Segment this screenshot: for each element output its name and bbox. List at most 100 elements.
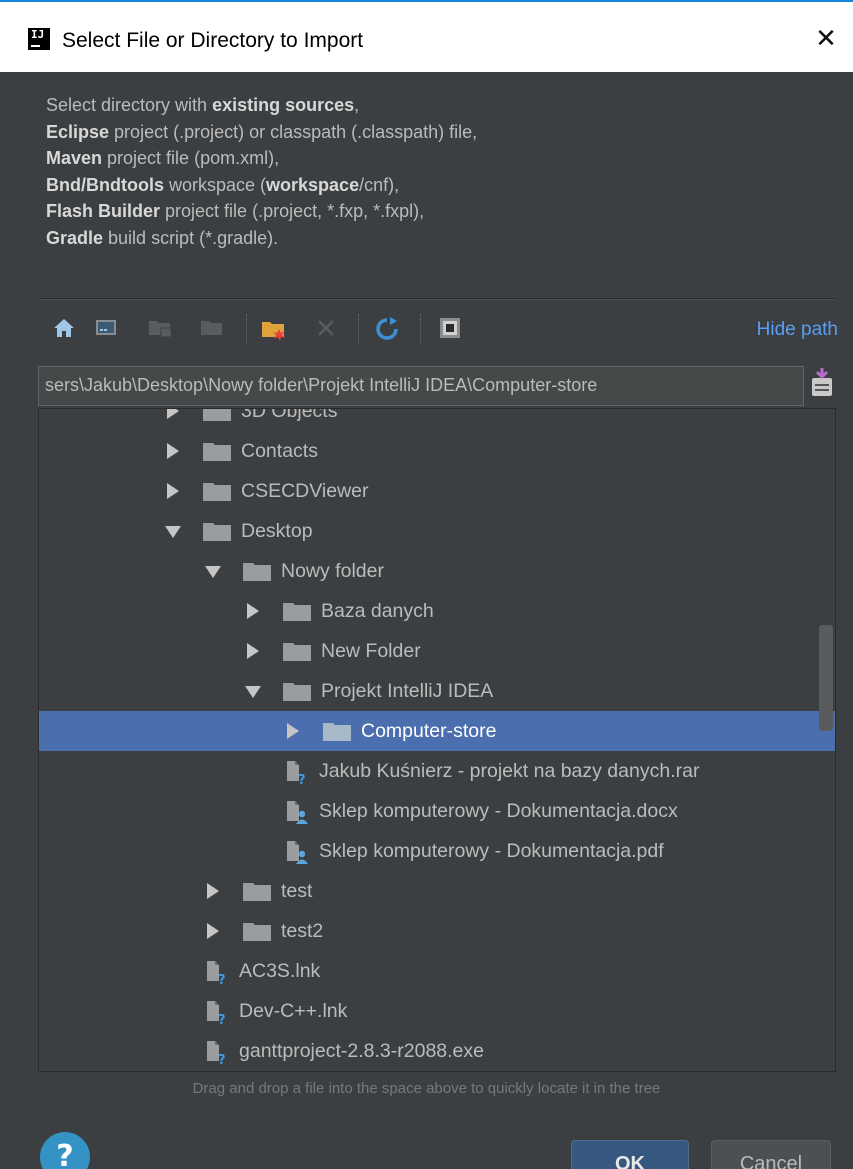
tree-file-row[interactable]: ? Jakub Kuśnierz - projekt na bazy danych… — [39, 751, 835, 791]
collapse-arrow-icon[interactable] — [205, 566, 221, 578]
description-keyword: existing sources — [212, 95, 355, 115]
tree-item-label: Projekt IntelliJ IDEA — [321, 680, 494, 702]
import-description: Select directory with existing sources, E… — [46, 92, 477, 251]
expand-arrow-icon[interactable] — [247, 643, 259, 659]
tree-item-label: test — [281, 880, 313, 902]
ok-button[interactable]: OK — [571, 1140, 689, 1169]
close-button[interactable]: ✕ — [811, 24, 841, 54]
dialog-title: Select File or Directory to Import — [62, 29, 364, 52]
description-keyword: Bnd/Bndtools — [46, 174, 164, 195]
description-keyword: workspace — [266, 174, 360, 195]
delete-icon[interactable] — [314, 316, 338, 340]
desktop-icon[interactable] — [94, 316, 118, 340]
description-keyword: Flash Builder — [46, 201, 161, 221]
tree-item-label: test2 — [281, 920, 324, 942]
tree-item-label: 3D Objects — [241, 408, 338, 422]
tree-folder-row[interactable]: 3D Objects — [39, 408, 835, 431]
description-line: Bnd/Bndtools workspace (workspace/cnf), — [46, 172, 477, 199]
folder-icon — [283, 603, 311, 621]
description-text: , — [354, 95, 360, 115]
tree-folder-row[interactable]: New Folder — [39, 631, 835, 671]
tree-file-row[interactable]: Sklep komputerowy - Dokumentacja.docx — [39, 791, 835, 831]
new-folder-icon[interactable] — [260, 316, 286, 341]
tree-folder-row[interactable]: test2 — [39, 911, 835, 951]
tree-folder-row[interactable]: Projekt IntelliJ IDEA — [39, 671, 835, 711]
home-icon[interactable] — [52, 316, 76, 340]
tree-folder-row[interactable]: Nowy folder — [39, 551, 835, 591]
folder-icon — [203, 523, 231, 541]
refresh-icon[interactable] — [374, 316, 398, 340]
toolbar-separator — [420, 314, 421, 344]
tree-item-label: Computer-store — [361, 720, 497, 742]
expand-arrow-icon[interactable] — [167, 443, 179, 459]
expand-arrow-icon[interactable] — [207, 883, 219, 899]
expand-arrow-icon[interactable] — [167, 483, 179, 499]
toolbar-separator — [358, 314, 359, 344]
tree-item-label: Dev-C++.lnk — [239, 1000, 348, 1022]
description-line: Maven project file (pom.xml), — [46, 145, 477, 172]
file-chooser-toolbar: Hide path — [40, 310, 840, 348]
folder-icon — [243, 923, 271, 941]
expand-arrow-icon[interactable] — [287, 723, 299, 739]
tree-file-row[interactable]: ? Dev-C++.lnk — [39, 991, 835, 1031]
unknown-file-icon: ? — [205, 959, 229, 988]
unknown-file-icon: ? — [205, 999, 229, 1028]
description-text: project file (pom.xml), — [102, 148, 280, 168]
folder-icon — [283, 643, 311, 661]
tree-item-label: Desktop — [241, 520, 313, 542]
tree-folder-row[interactable]: test — [39, 871, 835, 911]
tree-file-row[interactable]: Sklep komputerowy - Dokumentacja.pdf — [39, 831, 835, 871]
svg-text:?: ? — [218, 1013, 226, 1025]
tree-folder-row[interactable]: Computer-store — [39, 711, 835, 751]
file-tree[interactable]: 3D Objects Contacts CSECDViewer Desktop Nowy… — [38, 408, 836, 1072]
tree-item-label: Sklep komputerowy - Dokumentacja.docx — [319, 800, 678, 822]
help-button[interactable]: ? — [40, 1132, 90, 1169]
cancel-button[interactable]: Cancel — [711, 1140, 831, 1169]
path-input-box[interactable] — [38, 366, 804, 406]
description-text: project (.project) or classpath (.classp… — [109, 121, 478, 142]
folder-icon — [203, 409, 231, 421]
user-file-icon — [285, 799, 309, 825]
expand-arrow-icon[interactable] — [207, 923, 219, 939]
expand-arrow-icon[interactable] — [167, 409, 179, 419]
tree-item-label: Nowy folder — [281, 560, 384, 582]
tree-folder-row[interactable]: Desktop — [39, 511, 835, 551]
module-folder-icon[interactable] — [200, 316, 224, 340]
collapse-arrow-icon[interactable] — [245, 686, 261, 698]
tree-item-label: CSECDViewer — [241, 480, 369, 502]
tree-item-label: New Folder — [321, 640, 421, 662]
description-keyword: Maven — [46, 148, 103, 168]
path-input[interactable] — [45, 375, 797, 396]
folder-icon — [283, 683, 311, 701]
toolbar-separator — [246, 314, 247, 344]
description-line: Select directory with existing sources, — [46, 92, 477, 119]
tree-item-label: Sklep komputerowy - Dokumentacja.pdf — [319, 840, 664, 862]
divider — [38, 299, 836, 300]
description-text: /cnf), — [359, 174, 400, 195]
project-folder-icon[interactable] — [148, 316, 172, 340]
tree-folder-row[interactable]: Baza danych — [39, 591, 835, 631]
folder-icon — [203, 443, 231, 461]
tree-folder-row[interactable]: Contacts — [39, 431, 835, 471]
description-text: build script (*.gradle). — [103, 227, 279, 248]
insert-path-icon[interactable] — [810, 368, 834, 398]
svg-text:?: ? — [218, 1053, 226, 1065]
hide-path-link[interactable]: Hide path — [757, 319, 838, 341]
drag-drop-hint: Drag and drop a file into the space abov… — [192, 1080, 661, 1097]
tree-scrollbar[interactable] — [819, 625, 833, 731]
tree-item-label: Jakub Kuśnierz - projekt na bazy danych.… — [319, 760, 700, 782]
description-line: Eclipse project (.project) or classpath … — [46, 119, 477, 146]
tree-file-row[interactable]: ? ganttproject-2.8.3-r2088.exe — [39, 1031, 835, 1071]
svg-text:?: ? — [298, 773, 306, 785]
tree-file-row[interactable]: ? AC3S.lnk — [39, 951, 835, 991]
description-line: Gradle build script (*.gradle). — [46, 225, 477, 252]
collapse-arrow-icon[interactable] — [165, 526, 181, 538]
expand-arrow-icon[interactable] — [247, 603, 259, 619]
user-file-icon — [285, 839, 309, 865]
unknown-file-icon: ? — [205, 1039, 229, 1068]
title-bar: IJ Select File or Directory to Import ✕ — [0, 0, 853, 72]
description-line: Flash Builder project file (.project, *.… — [46, 198, 477, 225]
tree-item-label: AC3S.lnk — [239, 960, 321, 982]
tree-folder-row[interactable]: CSECDViewer — [39, 471, 835, 511]
show-hidden-icon[interactable] — [438, 316, 462, 340]
